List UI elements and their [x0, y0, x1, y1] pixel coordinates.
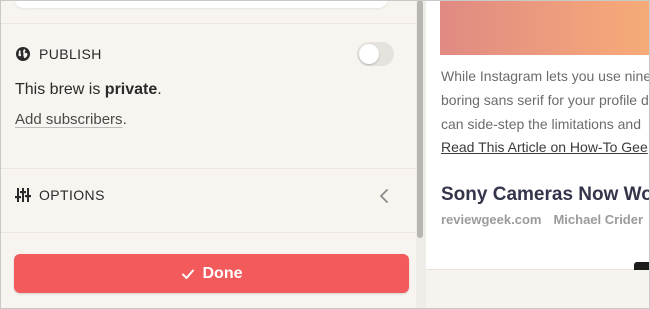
article-meta: reviewgeek.com Michael Crider	[441, 212, 643, 227]
add-subscribers-link[interactable]: Add subscribers	[15, 111, 123, 128]
divider	[0, 168, 416, 169]
check-icon	[181, 269, 194, 279]
toggle-knob	[359, 44, 379, 64]
publish-heading: PUBLISH	[39, 46, 102, 62]
privacy-value: private	[104, 81, 158, 98]
options-section-header[interactable]: OPTIONS	[15, 187, 105, 203]
scrollbar-thumb[interactable]	[417, 0, 423, 238]
settings-panel: PUBLISH This brew is private. Add subscr…	[0, 0, 416, 309]
excerpt-line: boring sans serif for your profile d	[441, 92, 649, 108]
done-button[interactable]: Done	[14, 254, 409, 293]
publish-section-header: PUBLISH	[15, 46, 102, 62]
privacy-status: This brew is private.	[15, 81, 162, 99]
article-excerpt: While Instagram lets you use nine boring…	[441, 64, 650, 136]
article-headline[interactable]: Sony Cameras Now Work	[441, 184, 650, 206]
divider	[0, 23, 416, 24]
article-author: Michael Crider	[553, 212, 644, 227]
subscribers-line: Add subscribers.	[15, 111, 127, 128]
read-article-link[interactable]: Read This Article on How-To Gee	[441, 139, 648, 155]
excerpt-line: While Instagram lets you use nine	[441, 68, 650, 84]
done-label: Done	[202, 264, 243, 282]
privacy-prefix: This brew is	[15, 81, 105, 98]
preview-panel: While Instagram lets you use nine boring…	[426, 0, 650, 270]
article-source: reviewgeek.com	[441, 212, 542, 227]
chevron-left-icon[interactable]	[376, 187, 392, 205]
publish-toggle[interactable]	[357, 42, 394, 66]
top-card	[14, 0, 388, 8]
divider	[0, 232, 416, 233]
options-heading: OPTIONS	[39, 187, 105, 203]
article-hero-image	[440, 0, 650, 55]
globe-icon	[16, 47, 30, 61]
preview-footer-area	[426, 270, 650, 309]
sliders-icon	[15, 188, 31, 202]
privacy-suffix: .	[157, 81, 162, 98]
subscribers-suffix: .	[122, 111, 127, 128]
dark-element-fragment	[634, 262, 650, 270]
excerpt-line: can side-step the limitations and	[441, 116, 641, 132]
